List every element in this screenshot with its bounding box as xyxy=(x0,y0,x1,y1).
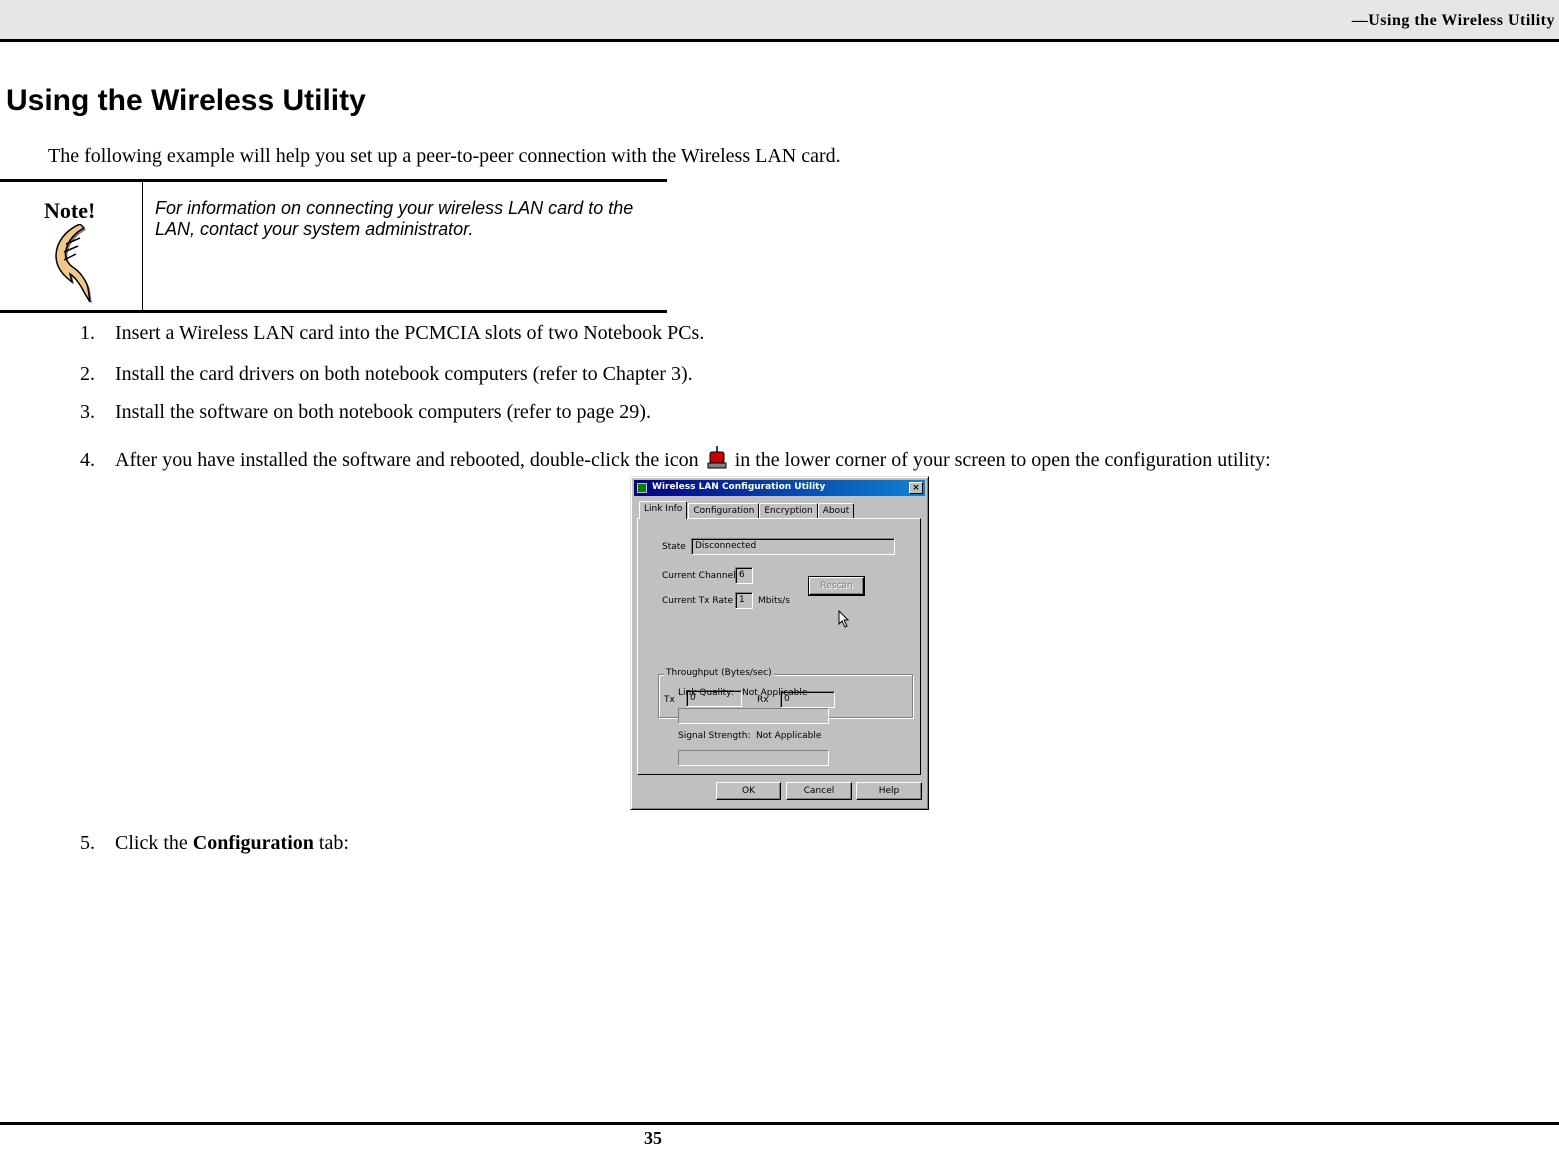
step-number: 1. xyxy=(80,322,95,344)
signal-strength-bar xyxy=(678,750,829,766)
step-number: 5. xyxy=(80,832,95,854)
channel-field: 6 xyxy=(735,567,753,584)
throughput-legend: Throughput (Bytes/sec) xyxy=(664,668,774,678)
txrate-label: Current Tx Rate xyxy=(662,596,733,606)
step-number: 4. xyxy=(80,449,95,471)
txrate-unit: Mbits/s xyxy=(758,596,790,606)
app-icon xyxy=(637,483,647,493)
step-2: 2. Install the card drivers on both noteb… xyxy=(80,363,693,386)
pointing-hand-icon xyxy=(55,224,92,304)
step-number: 3. xyxy=(80,401,95,423)
step-text-after: tab: xyxy=(318,832,349,854)
step-4: 4. After you have installed the software … xyxy=(80,446,1271,472)
signal-strength-value: Not Applicable xyxy=(756,731,822,741)
help-button[interactable]: Help xyxy=(856,782,922,800)
tab-strip: Link Info Configuration Encryption About xyxy=(639,501,855,519)
channel-label: Current Channel xyxy=(662,571,736,581)
page-number: 35 xyxy=(644,1128,662,1148)
txrate-field: 1 xyxy=(735,592,753,609)
config-utility-dialog: Wireless LAN Configuration Utility × Lin… xyxy=(630,476,929,810)
page-title: Using the Wireless Utility xyxy=(6,84,366,117)
step-text-after: in the lower corner of your screen to op… xyxy=(734,449,1271,471)
running-header-title: —Using the Wireless Utility xyxy=(1351,12,1555,29)
note-box: Note! For information on connecting your… xyxy=(0,179,667,313)
link-quality-label: Link Quality: xyxy=(678,688,734,698)
signal-strength-label: Signal Strength: xyxy=(678,731,751,741)
link-info-panel: State Disconnected Current Channel 6 Cur… xyxy=(637,518,921,775)
step-text: Insert a Wireless LAN card into the PCMC… xyxy=(115,322,705,344)
wireless-tray-icon xyxy=(707,446,727,469)
tab-link-info[interactable]: Link Info xyxy=(639,501,688,519)
dialog-titlebar[interactable]: Wireless LAN Configuration Utility × xyxy=(634,480,925,496)
mouse-cursor-icon xyxy=(838,610,850,628)
step-1: 1. Insert a Wireless LAN card into the PC… xyxy=(80,322,704,345)
step-number: 2. xyxy=(80,363,95,385)
note-label: Note! xyxy=(44,198,96,223)
cancel-button[interactable]: Cancel xyxy=(786,782,852,800)
step-text-before: Click the xyxy=(115,832,188,854)
rescan-button[interactable]: Rescan xyxy=(808,576,865,596)
ok-button[interactable]: OK xyxy=(716,782,781,800)
note-divider xyxy=(142,182,143,310)
intro-paragraph: The following example will help you set … xyxy=(48,145,841,167)
note-text: For information on connecting your wirel… xyxy=(155,198,634,239)
tab-configuration[interactable]: Configuration xyxy=(688,503,760,519)
step-text: Install the software on both notebook co… xyxy=(115,401,651,423)
tab-encryption[interactable]: Encryption xyxy=(759,503,818,519)
dialog-title: Wireless LAN Configuration Utility xyxy=(652,482,826,492)
running-header: —Using the Wireless Utility xyxy=(0,0,1559,42)
state-label: State xyxy=(662,542,686,552)
state-field: Disconnected xyxy=(691,538,895,555)
step-bold-term: Configuration xyxy=(192,832,314,854)
step-3: 3. Install the software on both notebook … xyxy=(80,401,651,424)
footer-rule xyxy=(0,1122,1559,1125)
step-text: Install the card drivers on both noteboo… xyxy=(115,363,693,385)
step-5: 5. Click the Configuration tab: xyxy=(80,832,349,855)
tx-label: Tx xyxy=(664,695,675,705)
link-quality-bar xyxy=(678,708,829,724)
tab-about[interactable]: About xyxy=(817,503,855,519)
link-quality-value: Not Applicable xyxy=(742,688,808,698)
close-button[interactable]: × xyxy=(909,482,923,494)
step-text-before: After you have installed the software an… xyxy=(115,449,699,471)
